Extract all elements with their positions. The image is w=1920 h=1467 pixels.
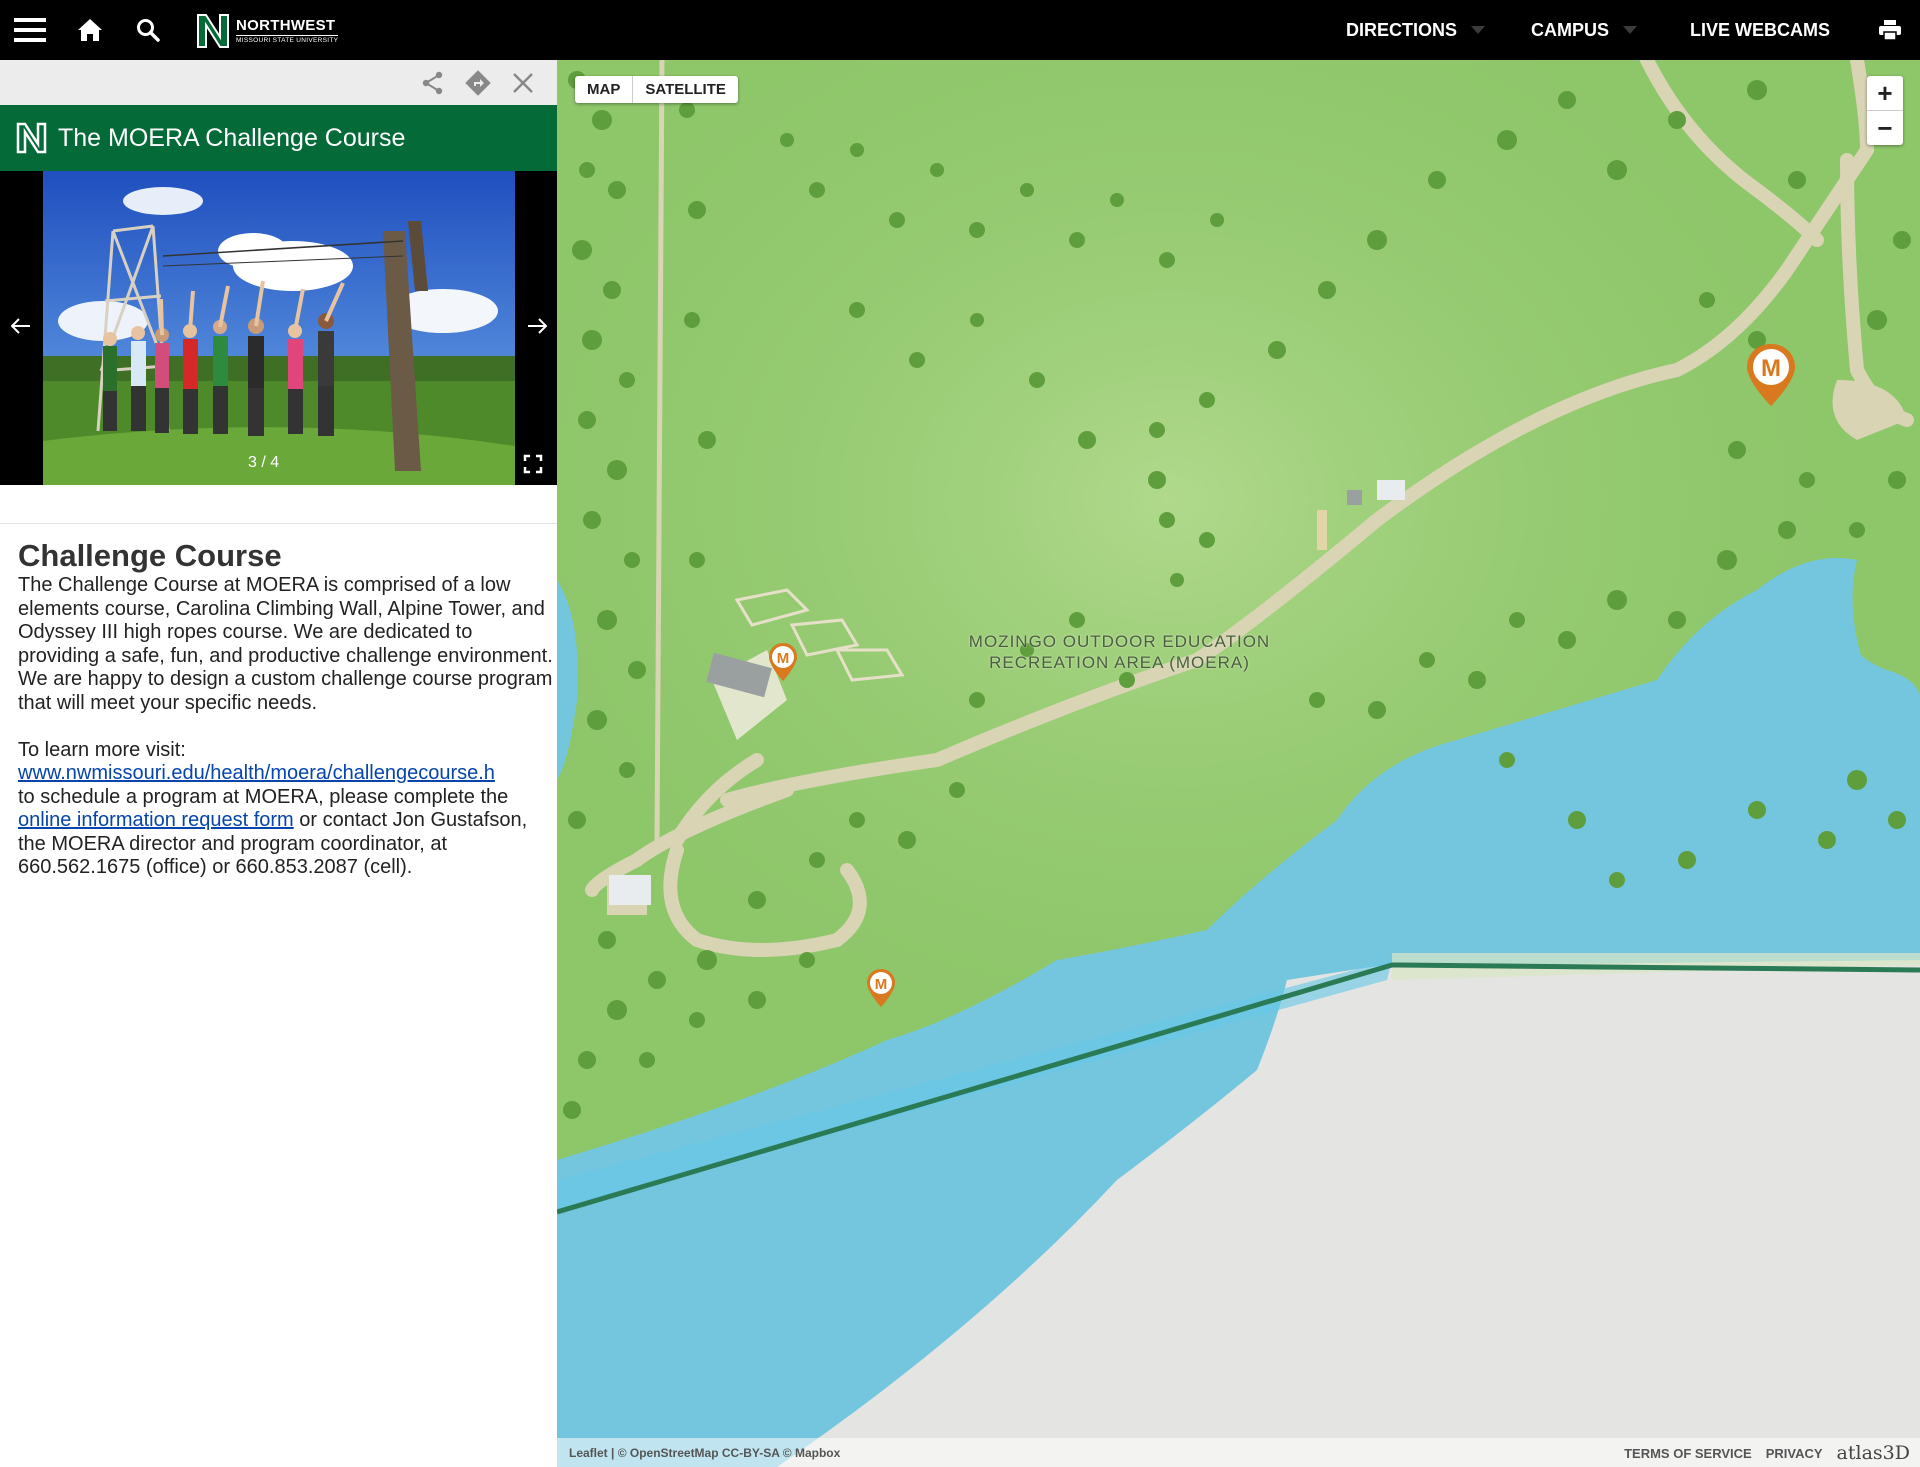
map-attribution-bar: Leaflet | © OpenStreetMap CC-BY-SA © Map… bbox=[557, 1438, 1920, 1467]
directions-icon[interactable] bbox=[463, 68, 493, 98]
carousel-counter: 3 / 4 bbox=[248, 454, 280, 471]
print-icon[interactable] bbox=[1872, 0, 1908, 60]
arrow-left-icon bbox=[11, 318, 30, 334]
map-area-label: MOZINGO OUTDOOR EDUCATION RECREATION ARE… bbox=[968, 632, 1271, 672]
challenge-course-link[interactable]: www.nwmissouri.edu/health/moera/challeng… bbox=[18, 762, 495, 784]
university-logo[interactable]: NORTHWEST MISSOURI STATE UNIVERSITY bbox=[196, 10, 339, 52]
panel-toolbar bbox=[0, 60, 557, 105]
fullscreen-icon[interactable] bbox=[520, 451, 546, 477]
nav-campus[interactable]: CAMPUS bbox=[1531, 0, 1638, 60]
schedule-text-part: to schedule a program at MOERA, please c… bbox=[18, 785, 509, 808]
content-description: The Challenge Course at MOERA is compris… bbox=[18, 574, 553, 714]
map-type-toggle: MAP SATELLITE bbox=[575, 76, 738, 103]
menu-icon[interactable] bbox=[10, 0, 50, 60]
zoom-control: + − bbox=[1867, 76, 1903, 145]
learn-more-label: To learn more visit: bbox=[18, 738, 186, 761]
nav-directions[interactable]: DIRECTIONS bbox=[1346, 0, 1486, 60]
location-marker[interactable]: M bbox=[768, 642, 798, 687]
photo-carousel: 3 / 4 bbox=[0, 171, 557, 485]
atlas3d-credit[interactable]: atlas3D bbox=[1837, 1442, 1910, 1464]
panel-title: The MOERA Challenge Course bbox=[58, 123, 406, 152]
map-type-satellite-button[interactable]: SATELLITE bbox=[632, 76, 738, 103]
carousel-next-button[interactable] bbox=[522, 311, 552, 341]
nav-directions-label: DIRECTIONS bbox=[1346, 19, 1458, 40]
close-icon[interactable] bbox=[508, 68, 538, 98]
terms-of-service-link[interactable]: TERMS OF SERVICE bbox=[1624, 1446, 1752, 1461]
nav-campus-label: CAMPUS bbox=[1531, 19, 1610, 40]
map-tiles bbox=[557, 60, 1920, 1467]
map-type-map-button[interactable]: MAP bbox=[575, 76, 632, 103]
location-marker[interactable]: M bbox=[1745, 342, 1797, 413]
chevron-down-icon bbox=[1623, 26, 1638, 34]
zoom-out-button[interactable]: − bbox=[1867, 111, 1903, 145]
chevron-down-icon bbox=[1471, 26, 1486, 34]
location-panel: The MOERA Challenge Course 3 / 4 Challen… bbox=[0, 60, 557, 1467]
search-icon[interactable] bbox=[128, 0, 168, 60]
paragraph-spacer bbox=[18, 715, 553, 739]
schedule-text: to schedule a program at MOERA, please c… bbox=[18, 786, 553, 880]
map-pin-icon: M bbox=[769, 643, 797, 681]
home-icon[interactable] bbox=[70, 0, 110, 60]
brand-subtitle: MISSOURI STATE UNIVERSITY bbox=[236, 36, 339, 44]
map-pin-icon: M bbox=[867, 969, 895, 1007]
share-icon[interactable] bbox=[418, 68, 448, 98]
map-canvas[interactable]: MAP SATELLITE + − MOZINGO OUTDOOR EDUCAT… bbox=[557, 60, 1920, 1467]
privacy-link[interactable]: PRIVACY bbox=[1766, 1446, 1823, 1461]
nav-live-webcams-label: LIVE WEBCAMS bbox=[1690, 19, 1831, 40]
map-attribution: Leaflet | © OpenStreetMap CC-BY-SA © Map… bbox=[569, 1446, 841, 1460]
location-marker[interactable]: M bbox=[866, 968, 896, 1013]
zoom-in-button[interactable]: + bbox=[1867, 76, 1903, 111]
panel-title-bar: The MOERA Challenge Course bbox=[0, 105, 557, 171]
northwest-logo-icon bbox=[16, 122, 47, 154]
map-pin-icon: M bbox=[1747, 344, 1795, 406]
divider bbox=[0, 523, 557, 524]
svg-text:M: M bbox=[777, 650, 790, 667]
content-heading: Challenge Course bbox=[18, 538, 282, 573]
carousel-prev-button[interactable] bbox=[6, 311, 36, 341]
northwest-logo-icon bbox=[197, 14, 229, 48]
nav-live-webcams[interactable]: LIVE WEBCAMS bbox=[1690, 0, 1830, 60]
arrow-right-icon bbox=[528, 318, 547, 334]
svg-text:M: M bbox=[875, 976, 888, 993]
information-request-form-link[interactable]: online information request form bbox=[18, 809, 294, 831]
svg-text:M: M bbox=[1761, 355, 1781, 382]
challenge-course-photo bbox=[43, 171, 515, 485]
top-bar: NORTHWEST MISSOURI STATE UNIVERSITY DIRE… bbox=[0, 0, 1920, 60]
brand-name: NORTHWEST bbox=[236, 17, 339, 36]
panel-content: Challenge Course The Challenge Course at… bbox=[18, 538, 553, 880]
